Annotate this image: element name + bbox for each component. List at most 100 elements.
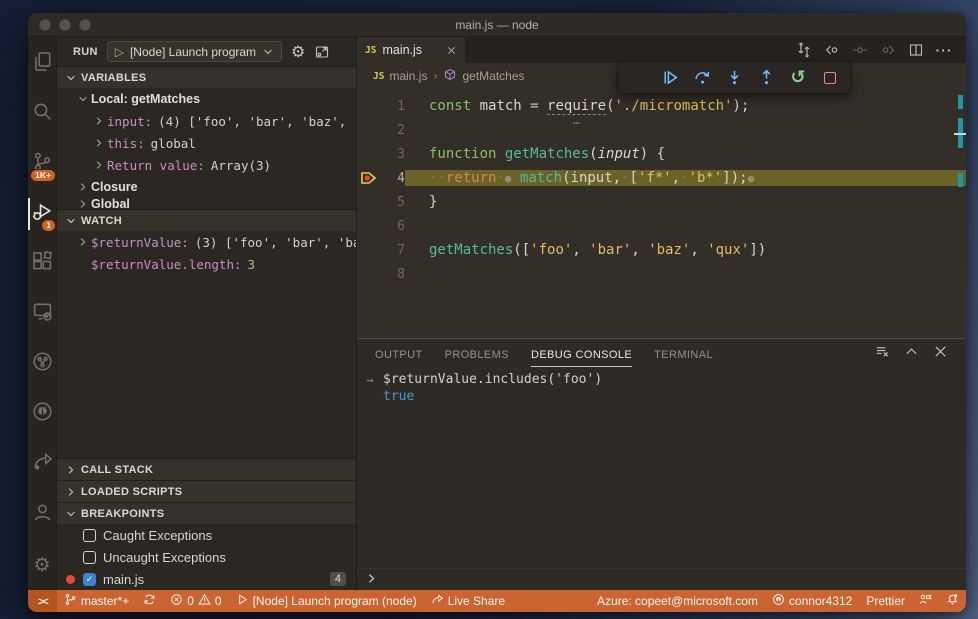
restart-button[interactable]: ↺: [784, 64, 812, 92]
chevron-right-icon[interactable]: [91, 137, 107, 149]
tab-main-js[interactable]: JS main.js: [357, 37, 465, 63]
activity-item-search[interactable]: [28, 89, 56, 139]
code-line[interactable]: 5}: [357, 190, 966, 214]
step-over-button[interactable]: [688, 64, 716, 92]
debug-console-input[interactable]: [357, 568, 966, 590]
line-number[interactable]: 2: [379, 123, 405, 138]
variable-row[interactable]: this: global: [57, 132, 356, 154]
breakpoint-gutter[interactable]: [357, 172, 379, 184]
code-editor[interactable]: 1const match = require('./micromatch'); 2…: [357, 89, 966, 338]
line-number[interactable]: 6: [379, 219, 405, 234]
breakpoint-row[interactable]: Uncaught Exceptions: [57, 546, 356, 568]
status-debug-target[interactable]: [Node] Launch program (node): [229, 590, 424, 612]
code-line[interactable]: 4 ··return·● match(input,·['f*',·'b*']);●: [357, 166, 966, 190]
debug-console-output[interactable]: → $returnValue.includes('foo') true: [357, 369, 966, 568]
activity-item-accounts[interactable]: [28, 490, 56, 540]
chevron-right-icon[interactable]: [65, 464, 77, 476]
variable-row[interactable]: $returnValue: (3) ['foo', 'bar', 'baz']: [57, 231, 356, 253]
launch-config-dropdown[interactable]: ▷ [Node] Launch program: [106, 41, 283, 62]
status-problems[interactable]: 00: [163, 590, 228, 612]
activity-item-network[interactable]: [28, 339, 56, 389]
activity-item-explorer[interactable]: [28, 39, 56, 89]
variables-section-header[interactable]: VARIABLES: [57, 66, 356, 88]
stop-button[interactable]: [816, 64, 844, 92]
step-into-button[interactable]: [720, 64, 748, 92]
panel-tab-terminal[interactable]: TERMINAL: [654, 342, 713, 366]
variable-row[interactable]: $returnValue.length: 3: [57, 253, 356, 275]
chevron-right-icon[interactable]: [91, 159, 107, 171]
chevron-right-icon[interactable]: [91, 115, 107, 127]
split-editor-icon[interactable]: [904, 42, 928, 58]
step-out-button[interactable]: [752, 64, 780, 92]
panel-tab-output[interactable]: OUTPUT: [375, 342, 423, 366]
status-feedback[interactable]: [912, 590, 939, 612]
status-git-branch[interactable]: master*+: [57, 590, 136, 612]
activity-item-remote-explorer[interactable]: [28, 289, 56, 339]
variable-row[interactable]: Return value: Array(3): [57, 154, 356, 176]
scope-row[interactable]: Local: getMatches: [57, 88, 356, 110]
chevron-right-icon[interactable]: [75, 181, 91, 193]
overview-ruler[interactable]: [954, 89, 966, 338]
status-sync-button[interactable]: [136, 590, 163, 612]
status-azure-account[interactable]: Azure: copeet@microsoft.com: [590, 590, 765, 612]
breadcrumb-item[interactable]: getMatches: [443, 68, 525, 85]
code-line[interactable]: 1const match = require('./micromatch');: [357, 94, 966, 118]
status-formatter[interactable]: Prettier: [859, 590, 912, 612]
status-notifications[interactable]: [939, 590, 966, 612]
status-text: master*+: [80, 594, 130, 608]
line-number[interactable]: 7: [379, 243, 405, 258]
section-header-loaded-scripts[interactable]: LOADED SCRIPTS: [57, 480, 356, 502]
scope-row[interactable]: Global: [57, 198, 356, 209]
status-live-share[interactable]: Live Share: [424, 590, 512, 612]
code-line[interactable]: 3 function getMatches(input) {: [357, 142, 966, 166]
scope-row[interactable]: Closure: [57, 176, 356, 198]
nav-forward-icon[interactable]: [876, 42, 900, 58]
clear-console-icon[interactable]: [875, 344, 890, 364]
breakpoint-row[interactable]: Caught Exceptions: [57, 524, 356, 546]
code-line[interactable]: 8: [357, 262, 966, 286]
close-panel-icon[interactable]: [933, 344, 948, 364]
activity-item-settings[interactable]: ⚙: [28, 540, 56, 590]
section-header-call-stack[interactable]: CALL STACK: [57, 458, 356, 480]
status-remote-indicator[interactable]: ><: [28, 590, 57, 612]
debug-console-icon[interactable]: [314, 44, 330, 60]
watch-section-header[interactable]: WATCH: [57, 209, 356, 231]
status-github-account[interactable]: connor4312: [765, 590, 859, 612]
panel-tab-problems[interactable]: PROBLEMS: [445, 342, 509, 366]
chevron-right-icon[interactable]: [65, 486, 77, 498]
line-number[interactable]: 3: [379, 147, 405, 162]
configure-gear-icon[interactable]: ⚙: [291, 43, 305, 60]
activity-item-source-control[interactable]: 1K+: [28, 139, 56, 189]
start-debug-icon[interactable]: ▷: [115, 45, 124, 59]
nav-current-icon[interactable]: [848, 42, 872, 58]
variable-row[interactable]: input: (4) ['foo', 'bar', 'baz', 'qux']: [57, 110, 356, 132]
line-number[interactable]: 8: [379, 267, 405, 282]
breakpoint-checkbox[interactable]: [83, 528, 96, 542]
breadcrumb-item[interactable]: JS main.js: [373, 69, 427, 83]
breakpoint-checkbox[interactable]: [83, 550, 96, 564]
line-number[interactable]: 1: [379, 99, 405, 114]
chevron-down-icon[interactable]: [75, 93, 91, 105]
line-number[interactable]: 4: [379, 171, 405, 186]
title-bar[interactable]: main.js — node: [28, 13, 966, 37]
code-line[interactable]: 7 getMatches(['foo', 'bar', 'baz', 'qux']…: [357, 238, 966, 262]
maximize-panel-icon[interactable]: [904, 344, 919, 364]
activity-item-extensions[interactable]: [28, 239, 56, 289]
code-line[interactable]: 2: [357, 118, 966, 142]
panel-tab-debug-console[interactable]: DEBUG CONSOLE: [530, 342, 633, 367]
chevron-right-icon[interactable]: [75, 236, 91, 248]
breakpoints-section-header[interactable]: BREAKPOINTS: [57, 502, 356, 524]
chevron-right-icon[interactable]: [75, 198, 91, 209]
activity-item-live-share[interactable]: [28, 439, 56, 489]
breakpoint-row[interactable]: ✓ main.js 4: [57, 568, 356, 590]
breakpoint-checkbox[interactable]: ✓: [83, 572, 96, 586]
compare-changes-icon[interactable]: [792, 42, 816, 58]
nav-back-icon[interactable]: [820, 42, 844, 58]
line-number[interactable]: 5: [379, 195, 405, 210]
code-line[interactable]: 6: [357, 214, 966, 238]
activity-item-run-and-debug[interactable]: 1: [28, 189, 56, 239]
activity-item-github[interactable]: [28, 389, 56, 439]
more-actions-icon[interactable]: ···: [932, 42, 956, 58]
continue-button[interactable]: [656, 64, 684, 92]
close-tab-icon[interactable]: [446, 45, 457, 56]
